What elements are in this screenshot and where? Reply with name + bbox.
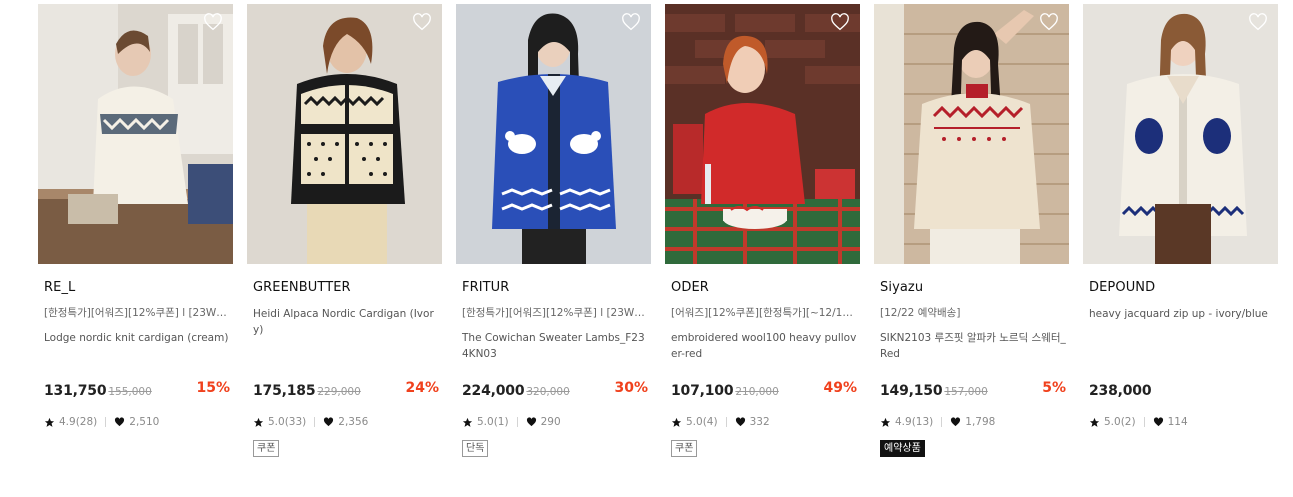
brand-name[interactable]: RE_L [44, 280, 75, 295]
product-card[interactable]: FRITUR [한정특가][어워즈][12%쿠폰] l [23WI... The… [456, 4, 651, 474]
divider [725, 417, 727, 427]
sale-price: 224,000 [462, 383, 525, 399]
divider [314, 417, 316, 427]
star-icon [253, 417, 264, 427]
like-heart-icon [951, 417, 961, 427]
wishlist-heart-icon[interactable] [1248, 13, 1268, 31]
like-heart-icon [1153, 417, 1163, 427]
meta-row: 4.9(13) 1,798 [880, 416, 995, 428]
original-price: 229,000 [317, 386, 361, 398]
sale-price: 149,150 [880, 383, 943, 399]
product-name[interactable]: heavy jacquard zip up - ivory/blue [1089, 306, 1275, 322]
discount-rate: 30% [614, 380, 648, 396]
promo-text: [어워즈][12%쿠폰][한정특가][~12/12... [671, 307, 856, 319]
price-row: 238,000 [1089, 380, 1275, 400]
price-row: 149,150 157,000 5% [880, 380, 1066, 400]
like-count: 114 [1167, 416, 1188, 428]
wishlist-heart-icon[interactable] [621, 13, 641, 31]
promo-text: [한정특가][어워즈][12%쿠폰] l [23WI... [462, 307, 647, 319]
coupon-tag: 쿠폰 [671, 440, 698, 457]
promo-text: [한정특가][어워즈][12%쿠폰] l [23WI... [44, 307, 229, 319]
product-grid: RE_L [한정특가][어워즈][12%쿠폰] l [23WI... Lodge… [38, 4, 1288, 484]
price-row: 175,185 229,000 24% [253, 380, 439, 400]
original-price: 157,000 [944, 386, 988, 398]
star-icon [44, 417, 55, 427]
star-icon [880, 417, 891, 427]
rating-text: 4.9(28) [59, 416, 98, 428]
product-name[interactable]: Lodge nordic knit cardigan (cream) [44, 330, 230, 346]
coupon-tag: 쿠폰 [253, 440, 280, 457]
star-icon [462, 417, 473, 427]
wishlist-heart-icon[interactable] [830, 13, 850, 31]
preorder-tag: 예약상품 [880, 440, 925, 457]
star-icon [671, 417, 682, 427]
rating-text: 5.0(2) [1104, 416, 1136, 428]
meta-row: 5.0(1) 290 [462, 416, 561, 428]
product-image[interactable] [665, 4, 860, 264]
product-name[interactable]: The Cowichan Sweater Lambs_F234KN03 [462, 330, 648, 362]
wishlist-heart-icon[interactable] [412, 13, 432, 31]
divider [941, 417, 943, 427]
like-count: 332 [749, 416, 770, 428]
rating-text: 5.0(4) [686, 416, 718, 428]
promo-text: [12/22 예약배송] [880, 307, 961, 319]
product-card[interactable]: GREENBUTTER Heidi Alpaca Nordic Cardigan… [247, 4, 442, 474]
meta-row: 5.0(4) 332 [671, 416, 770, 428]
divider [516, 417, 518, 427]
discount-rate: 5% [1042, 380, 1066, 396]
like-heart-icon [526, 417, 536, 427]
product-card[interactable]: DEPOUND heavy jacquard zip up - ivory/bl… [1083, 4, 1278, 474]
discount-rate: 24% [405, 380, 439, 396]
product-name[interactable]: embroidered wool100 heavy pullover-red [671, 330, 857, 362]
divider [105, 417, 107, 427]
like-count: 2,356 [338, 416, 369, 428]
product-card[interactable]: RE_L [한정특가][어워즈][12%쿠폰] l [23WI... Lodge… [38, 4, 233, 474]
meta-row: 5.0(2) 114 [1089, 416, 1188, 428]
discount-rate: 49% [823, 380, 857, 396]
sale-price: 238,000 [1089, 383, 1152, 399]
brand-name[interactable]: Siyazu [880, 280, 923, 295]
brand-name[interactable]: DEPOUND [1089, 280, 1155, 295]
star-icon [1089, 417, 1100, 427]
like-heart-icon [115, 417, 125, 427]
sale-price: 131,750 [44, 383, 107, 399]
original-price: 210,000 [735, 386, 779, 398]
like-count: 290 [540, 416, 561, 428]
brand-name[interactable]: GREENBUTTER [253, 280, 351, 295]
price-row: 107,100 210,000 49% [671, 380, 857, 400]
sale-price: 107,100 [671, 383, 734, 399]
exclusive-tag: 단독 [462, 440, 489, 457]
product-name[interactable]: Heidi Alpaca Nordic Cardigan (Ivory) [253, 306, 439, 338]
product-image[interactable] [874, 4, 1069, 264]
product-image[interactable] [247, 4, 442, 264]
meta-row: 5.0(33) 2,356 [253, 416, 368, 428]
like-count: 2,510 [129, 416, 160, 428]
product-name[interactable]: SIKN2103 루즈핏 알파카 노르딕 스웨터_Red [880, 330, 1066, 362]
original-price: 155,000 [108, 386, 152, 398]
like-heart-icon [324, 417, 334, 427]
brand-name[interactable]: ODER [671, 280, 709, 295]
sale-price: 175,185 [253, 383, 316, 399]
price-row: 131,750 155,000 15% [44, 380, 230, 400]
product-image[interactable] [38, 4, 233, 264]
rating-text: 5.0(33) [268, 416, 307, 428]
product-image[interactable] [456, 4, 651, 264]
wishlist-heart-icon[interactable] [203, 13, 223, 31]
product-card[interactable]: Siyazu [12/22 예약배송] SIKN2103 루즈핏 알파카 노르딕… [874, 4, 1069, 474]
product-card[interactable]: ODER [어워즈][12%쿠폰][한정특가][~12/12... embroi… [665, 4, 860, 474]
meta-row: 4.9(28) 2,510 [44, 416, 159, 428]
price-row: 224,000 320,000 30% [462, 380, 648, 400]
original-price: 320,000 [526, 386, 570, 398]
divider [1143, 417, 1145, 427]
rating-text: 4.9(13) [895, 416, 934, 428]
discount-rate: 15% [196, 380, 230, 396]
like-count: 1,798 [965, 416, 996, 428]
like-heart-icon [735, 417, 745, 427]
wishlist-heart-icon[interactable] [1039, 13, 1059, 31]
product-image[interactable] [1083, 4, 1278, 264]
rating-text: 5.0(1) [477, 416, 509, 428]
brand-name[interactable]: FRITUR [462, 280, 509, 295]
